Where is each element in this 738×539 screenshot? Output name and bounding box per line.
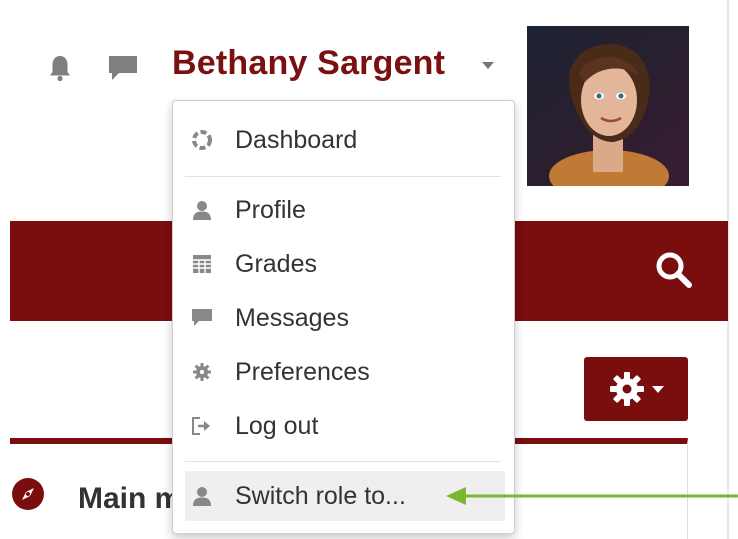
menu-divider — [185, 461, 501, 462]
bell-icon — [50, 56, 70, 82]
compass-icon — [10, 476, 46, 512]
menu-item-label: Messages — [235, 303, 349, 332]
avatar[interactable] — [527, 26, 689, 186]
menu-item-profile[interactable]: Profile — [173, 185, 514, 235]
chat-bubble-icon — [191, 307, 213, 329]
messages-button[interactable] — [103, 48, 143, 88]
user-dropdown-menu: Dashboard Profile Grades Messages Prefer… — [172, 100, 515, 534]
user-icon — [191, 485, 213, 507]
menu-item-label: Log out — [235, 411, 319, 440]
menu-item-messages[interactable]: Messages — [173, 293, 514, 343]
menu-item-logout[interactable]: Log out — [173, 401, 514, 451]
menu-item-label: Dashboard — [235, 125, 358, 154]
chevron-down-icon[interactable] — [482, 62, 494, 69]
menu-item-label: Switch role to... — [235, 481, 406, 510]
user-menu-toggle[interactable]: Bethany Sargent — [172, 44, 445, 83]
grid-table-icon — [191, 253, 213, 275]
settings-menu-button[interactable] — [584, 357, 688, 421]
dashboard-icon — [191, 129, 213, 151]
menu-item-preferences[interactable]: Preferences — [173, 347, 514, 397]
search-icon — [656, 252, 692, 288]
user-icon — [191, 199, 213, 221]
annotation-arrow-icon — [446, 487, 738, 505]
gear-icon — [191, 361, 213, 383]
menu-item-dashboard[interactable]: Dashboard — [173, 115, 514, 165]
menu-item-label: Grades — [235, 249, 317, 278]
search-button[interactable] — [650, 246, 698, 294]
sign-out-icon — [191, 415, 213, 437]
chevron-down-icon — [652, 385, 664, 393]
avatar-illustration — [549, 43, 669, 186]
menu-item-label: Preferences — [235, 357, 370, 386]
notifications-button[interactable] — [40, 48, 80, 88]
menu-item-label: Profile — [235, 195, 306, 224]
chat-bubble-icon — [109, 56, 137, 80]
gear-icon — [610, 372, 644, 406]
menu-divider — [185, 176, 501, 177]
menu-item-grades[interactable]: Grades — [173, 239, 514, 289]
